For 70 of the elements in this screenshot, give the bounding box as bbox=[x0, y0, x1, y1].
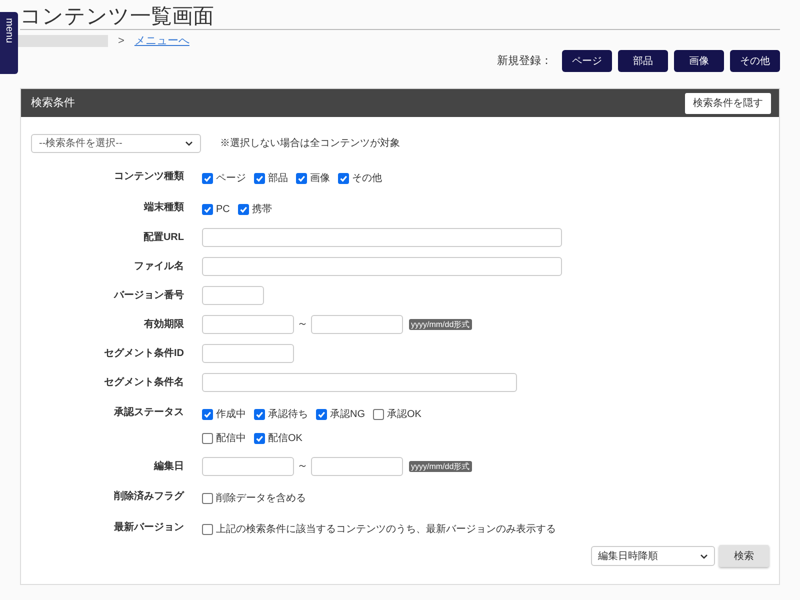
field-label: 削除済みフラグ bbox=[113, 489, 186, 504]
checkbox-label: 部品 bbox=[268, 172, 288, 186]
chevron-down-icon bbox=[700, 554, 708, 558]
checkbox[interactable] bbox=[202, 409, 213, 420]
checkbox-label: 承認待ち bbox=[268, 408, 308, 422]
field-label: 承認ステータス bbox=[112, 406, 185, 420]
checkbox-label: 承認OK bbox=[387, 408, 422, 422]
range-separator: ～ bbox=[297, 317, 308, 332]
new-registration-button[interactable]: 画像 bbox=[674, 50, 724, 72]
checkbox[interactable] bbox=[254, 433, 265, 444]
chevron-down-icon bbox=[185, 140, 193, 146]
checkbox[interactable] bbox=[202, 433, 213, 444]
checkbox-label: 上記の検索条件に該当するコンテンツのうち、最新バージョンのみ表示する bbox=[216, 522, 556, 537]
checkbox[interactable] bbox=[202, 204, 213, 215]
text-field[interactable] bbox=[202, 344, 294, 363]
field-label: 編集日 bbox=[152, 460, 185, 474]
preset-select[interactable]: --検索条件を選択-- bbox=[31, 134, 201, 152]
date-field[interactable] bbox=[311, 457, 403, 476]
checkbox[interactable] bbox=[202, 524, 213, 535]
checkbox[interactable] bbox=[254, 173, 265, 184]
field-label: セグメント条件ID bbox=[103, 346, 185, 361]
checkbox-label: 削除データを含める bbox=[216, 492, 306, 506]
hide-conditions-button[interactable]: 検索条件を隠す bbox=[685, 92, 771, 114]
checkbox-label: 配信OK bbox=[268, 432, 302, 446]
checkbox[interactable] bbox=[296, 173, 307, 184]
text-field[interactable] bbox=[202, 257, 562, 276]
checkbox[interactable] bbox=[338, 173, 349, 184]
checkbox[interactable] bbox=[254, 409, 265, 420]
checkbox[interactable] bbox=[316, 409, 327, 420]
field-label: バージョン番号 bbox=[112, 288, 185, 303]
field-label: コンテンツ種類 bbox=[113, 170, 185, 184]
preset-note: ※選択しない場合は全コンテンツが対象 bbox=[220, 136, 400, 150]
text-field[interactable] bbox=[202, 373, 517, 392]
range-separator: ～ bbox=[297, 459, 308, 474]
sort-select[interactable]: 編集日時降順 bbox=[591, 546, 715, 566]
new-registration-button[interactable]: その他 bbox=[730, 50, 780, 72]
text-field[interactable] bbox=[202, 286, 264, 305]
date-format-hint: yyyy/mm/dd形式 bbox=[409, 461, 472, 472]
field-label: 有効期限 bbox=[142, 318, 185, 332]
checkbox[interactable] bbox=[202, 493, 213, 504]
checkbox-label: 承認NG bbox=[330, 408, 365, 422]
checkbox-label: ページ bbox=[216, 172, 246, 186]
field-label: セグメント条件名 bbox=[103, 376, 185, 390]
date-field[interactable] bbox=[202, 457, 294, 476]
side-menu-tab[interactable]: menu bbox=[0, 12, 18, 74]
menu-link[interactable]: メニューへ bbox=[134, 32, 190, 50]
breadcrumb-separator: > bbox=[118, 34, 124, 49]
checkbox-label: その他 bbox=[352, 172, 382, 186]
date-field[interactable] bbox=[202, 315, 294, 334]
new-registration-button[interactable]: ページ bbox=[562, 50, 612, 72]
new-registration-button[interactable]: 部品 bbox=[618, 50, 668, 72]
checkbox[interactable] bbox=[202, 173, 213, 184]
checkbox[interactable] bbox=[238, 204, 249, 215]
checkbox-label: 配信中 bbox=[216, 432, 246, 446]
date-field[interactable] bbox=[311, 315, 403, 334]
checkbox-label: 携帯 bbox=[252, 202, 272, 217]
field-label: ファイル名 bbox=[133, 260, 185, 274]
page-title: コンテンツ一覧画面 bbox=[20, 6, 214, 27]
date-format-hint: yyyy/mm/dd形式 bbox=[409, 319, 472, 330]
checkbox-label: 画像 bbox=[310, 172, 330, 186]
checkbox[interactable] bbox=[373, 409, 384, 420]
text-field[interactable] bbox=[202, 228, 562, 247]
panel-title: 検索条件 bbox=[31, 96, 75, 111]
checkbox-label: PC bbox=[216, 203, 230, 217]
field-label: 最新バージョン bbox=[113, 520, 185, 535]
checkbox-label: 作成中 bbox=[216, 408, 246, 422]
new-registration-label: 新規登録： bbox=[497, 54, 552, 69]
search-button[interactable]: 検索 bbox=[719, 545, 769, 567]
field-label: 配置URL bbox=[142, 230, 185, 245]
field-label: 端末種類 bbox=[142, 200, 185, 215]
